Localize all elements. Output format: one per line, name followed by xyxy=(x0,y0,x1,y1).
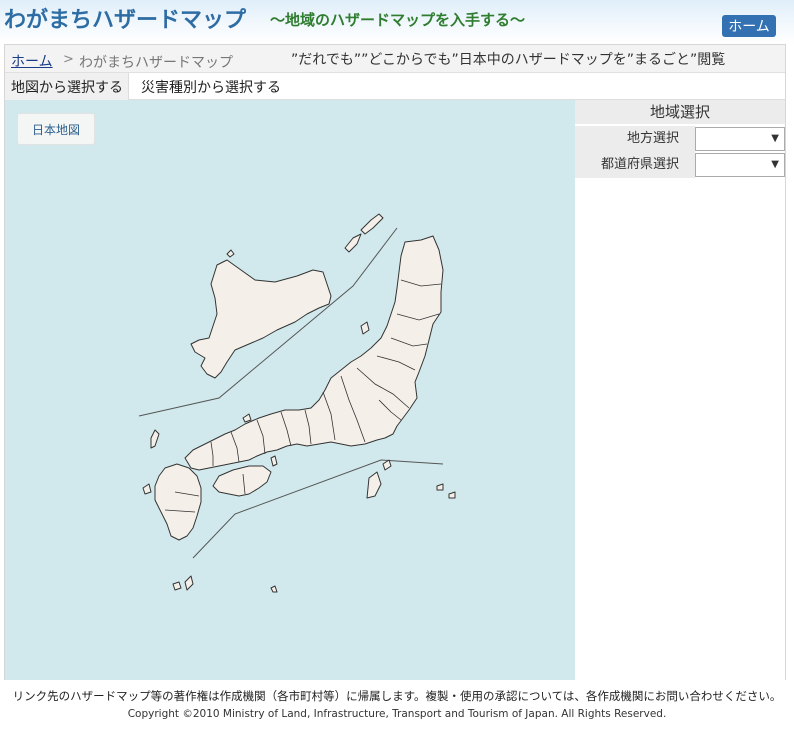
kyushu[interactable] xyxy=(154,463,202,541)
japan-map[interactable] xyxy=(5,100,575,680)
region-label: 地方選択 xyxy=(575,126,695,152)
tanegashima-island[interactable] xyxy=(184,575,194,591)
sado-island[interactable] xyxy=(360,321,370,335)
amami-island[interactable] xyxy=(382,459,392,471)
chevron-down-icon: ▼ xyxy=(771,133,779,144)
home-button[interactable]: ホーム xyxy=(722,15,776,37)
ishigaki-island[interactable] xyxy=(448,491,456,499)
region-select-panel: 地域選択 地方選択 ▼ 都道府県選択 ▼ xyxy=(575,100,785,680)
tab-bar: 地図から選択する 災害種別から選択する xyxy=(5,73,785,100)
region-select[interactable]: ▼ xyxy=(695,127,785,151)
prefecture-label: 都道府県選択 xyxy=(575,152,695,178)
copyright-line: Copyright ©2010 Ministry of Land, Infras… xyxy=(127,708,667,720)
breadcrumb-home-link[interactable]: ホーム xyxy=(11,51,53,71)
yakushima-island[interactable] xyxy=(172,581,182,591)
tagline: ”だれでも””どこからでも”日本中のハザードマップを”まるごと”閲覧 xyxy=(291,52,726,68)
breadcrumb-separator: > xyxy=(63,52,74,67)
etorofu-island[interactable] xyxy=(360,213,384,235)
hokkaido[interactable] xyxy=(190,259,332,379)
prefecture-select[interactable]: ▼ xyxy=(695,153,785,177)
copyright-notice: リンク先のハザードマップ等の著作権は作成機関（各市町村等）に帰属します。複製・使… xyxy=(12,689,782,703)
japan-map-button[interactable]: 日本地図 xyxy=(17,113,95,145)
chevron-down-icon: ▼ xyxy=(771,159,779,170)
awaji-island[interactable] xyxy=(270,455,278,467)
kunashiri-island[interactable] xyxy=(344,233,362,253)
panel-title: 地域選択 xyxy=(575,100,785,124)
site-subtitle: 〜地域のハザードマップを入手する〜 xyxy=(270,11,526,29)
goto-islands[interactable] xyxy=(142,483,152,495)
breadcrumb-current: わがまちハザードマップ xyxy=(79,55,233,71)
tab-select-from-map[interactable]: 地図から選択する xyxy=(5,73,129,100)
rishiri-island[interactable] xyxy=(226,249,235,258)
oki-islands[interactable] xyxy=(242,413,252,423)
miyako-island[interactable] xyxy=(436,483,444,491)
site-header: わがまちハザードマップ 〜地域のハザードマップを入手する〜 ホーム xyxy=(0,0,794,44)
shikoku[interactable] xyxy=(212,465,272,497)
site-title[interactable]: わがまちハザードマップ xyxy=(4,2,246,34)
tsushima-island[interactable] xyxy=(150,429,160,449)
page-footer: リンク先のハザードマップ等の著作権は作成機関（各市町村等）に帰属します。複製・使… xyxy=(0,688,794,720)
main-frame: ホーム > わがまちハザードマップ ”だれでも””どこからでも”日本中のハザード… xyxy=(4,44,786,680)
region-row: 地方選択 ▼ xyxy=(575,126,785,152)
breadcrumb: ホーム > わがまちハザードマップ ”だれでも””どこからでも”日本中のハザード… xyxy=(5,45,785,73)
minami-daito-island[interactable] xyxy=(270,585,278,593)
prefecture-row: 都道府県選択 ▼ xyxy=(575,152,785,178)
okinawa-island[interactable] xyxy=(366,471,382,499)
japan-map-area[interactable]: 日本地図 xyxy=(5,100,575,680)
tab-select-by-disaster-type[interactable]: 災害種別から選択する xyxy=(135,73,287,100)
